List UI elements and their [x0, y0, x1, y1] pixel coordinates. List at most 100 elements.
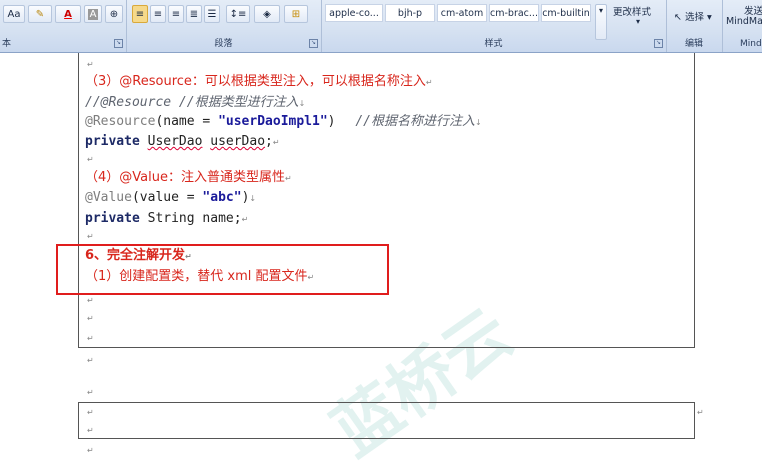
- paragraph-mark: ↵: [87, 296, 94, 305]
- paragraph-mark: ↵: [697, 408, 704, 417]
- select-label: 选择: [685, 12, 705, 23]
- borders-button[interactable]: ⊞: [284, 5, 308, 23]
- value-heading-num: （4）: [85, 170, 120, 185]
- resource-trailing-comment: //根据名称进行注入: [355, 114, 475, 129]
- editing-group: ↖ 选择 ▾ 编辑: [666, 0, 723, 52]
- resource-heading-num: （3）: [85, 74, 120, 89]
- font-dialog-launcher[interactable]: ↘: [114, 39, 123, 48]
- value-annotation-line[interactable]: @Value(value = "abc")↓: [85, 189, 256, 208]
- style-tile[interactable]: bjh-p: [385, 4, 435, 22]
- borders-icon: ⊞: [291, 9, 301, 20]
- resource-close: ): [327, 114, 336, 129]
- private-userdao-line[interactable]: private UserDao userDao;↵: [85, 133, 280, 152]
- distributed-button[interactable]: ☰: [204, 5, 220, 23]
- field-name: name: [202, 211, 234, 226]
- highlighter-icon: ✎: [35, 9, 45, 20]
- char-shading-icon: A: [87, 9, 99, 20]
- value-annotation: @Value: [85, 190, 132, 205]
- value-heading[interactable]: （4）@Value：注入普通类型属性↵: [85, 169, 292, 188]
- enclose-char-button[interactable]: ⊕: [105, 5, 123, 23]
- styles-dialog-launcher[interactable]: ↘: [654, 39, 663, 48]
- type-string: String: [147, 211, 195, 226]
- resource-comment-line[interactable]: //@Resource //根据类型进行注入↓: [85, 94, 305, 113]
- style-tile[interactable]: cm-builtin: [541, 4, 591, 22]
- paragraph-mark: ↵: [241, 215, 249, 224]
- paragraph-mark: ↵: [87, 408, 94, 417]
- justify-icon: ≣: [189, 9, 199, 20]
- value-heading-text: @Value：注入普通类型属性: [119, 170, 285, 185]
- align-left-button[interactable]: ≡: [132, 5, 148, 23]
- mindmap-group-label: Mind: [740, 39, 762, 49]
- paragraph-mark: ↵: [307, 273, 315, 282]
- paragraph-mark: ↵: [87, 356, 94, 365]
- section6-title-text: 6、完全注解开发: [85, 248, 186, 263]
- send-button[interactable]: 发送: [744, 3, 762, 17]
- line-break-mark: ↓: [474, 118, 482, 127]
- editing-group-label: 编辑: [684, 39, 703, 49]
- highlight-color-button[interactable]: ✎: [28, 5, 52, 23]
- semicolon: ;: [233, 211, 242, 226]
- align-left-icon: ≡: [135, 9, 145, 20]
- private-keyword: private: [85, 134, 140, 149]
- paragraph-mark: ↵: [185, 252, 192, 261]
- align-center-button[interactable]: ≡: [150, 5, 166, 23]
- line-spacing-icon: ↕≡: [229, 9, 247, 20]
- paragraph-mark: ↵: [284, 174, 292, 183]
- paragraph-mark: ↵: [272, 138, 280, 147]
- paragraph-mark: ↵: [87, 426, 94, 435]
- field-userdao: userDao: [210, 134, 266, 149]
- paragraph-dialog-launcher[interactable]: ↘: [309, 39, 318, 48]
- font-size-button[interactable]: Aa: [3, 5, 25, 23]
- resource-string: "userDaoImpl1": [218, 114, 328, 129]
- style-tile[interactable]: cm-brac...: [489, 4, 539, 22]
- resource-heading[interactable]: （3）@Resource：可以根据类型注入，可以根据名称注入↵: [85, 73, 433, 92]
- private-string-line[interactable]: private String name;↵: [85, 210, 248, 229]
- select-button[interactable]: ↖ 选择 ▾: [674, 9, 712, 23]
- scroll-down-icon: ▾: [598, 6, 603, 15]
- distributed-icon: ☰: [207, 9, 217, 20]
- align-right-button[interactable]: ≡: [168, 5, 184, 23]
- resource-heading-text: @Resource：可以根据类型注入，可以根据名称注入: [119, 74, 426, 89]
- paragraph-mark: ↵: [87, 232, 94, 241]
- mindmap-group: 发送 MindMa Mind: [722, 0, 762, 52]
- font-group-label: 本: [2, 39, 12, 49]
- styles-group-label: 样式: [484, 39, 503, 49]
- char-shading-button[interactable]: A: [84, 5, 102, 23]
- type-userdao: UserDao: [147, 134, 203, 149]
- paragraph-group: ≡ ≡ ≡ ≣ ☰ ↕≡ ◈ ⊞ 段落 ↘: [126, 0, 322, 52]
- section6-subtitle[interactable]: （1）创建配置类，替代 xml 配置文件↵: [85, 268, 314, 287]
- style-tile[interactable]: apple-co...: [325, 4, 383, 22]
- justify-button[interactable]: ≣: [186, 5, 202, 23]
- text-frame-bottom: [78, 402, 695, 439]
- chevron-down-icon: ▾: [636, 17, 641, 26]
- paragraph-mark: ↵: [87, 334, 94, 343]
- shading-button[interactable]: ◈: [254, 5, 280, 23]
- resource-comment-text: //@Resource //根据类型进行注入: [85, 95, 299, 110]
- paragraph-group-label: 段落: [214, 39, 233, 49]
- paragraph-mark: ↵: [425, 78, 433, 87]
- private-keyword: private: [85, 211, 140, 226]
- change-styles-button[interactable]: 更改样式: [613, 4, 651, 18]
- resource-annotation: @Resource: [85, 114, 156, 129]
- resource-annotation-line[interactable]: @Resource(name = "userDaoImpl1") //根据名称进…: [85, 113, 482, 132]
- value-param: (value =: [131, 190, 203, 205]
- font-color-icon: A: [64, 9, 72, 20]
- value-string: "abc": [202, 190, 242, 205]
- paragraph-mark: ↵: [87, 314, 94, 323]
- mindmap-button[interactable]: MindMa: [726, 16, 762, 27]
- cursor-icon: ↖: [674, 12, 682, 23]
- section6-title[interactable]: 6、完全注解开发↵: [85, 247, 192, 266]
- style-tile[interactable]: cm-atom: [437, 4, 487, 22]
- styles-group: apple-co... bjh-p cm-atom cm-brac... cm-…: [321, 0, 667, 52]
- font-group: Aa ✎ A A ⊕ 本 ↘: [0, 0, 127, 52]
- resource-param: (name =: [155, 114, 219, 129]
- line-spacing-button[interactable]: ↕≡: [226, 5, 250, 23]
- paragraph-mark: ↵: [87, 446, 94, 455]
- font-color-button[interactable]: A: [55, 5, 81, 23]
- paragraph-mark: ↵: [87, 60, 94, 69]
- align-center-icon: ≡: [153, 9, 163, 20]
- ribbon: Aa ✎ A A ⊕ 本 ↘ ≡ ≡ ≡ ≣ ☰ ↕≡ ◈ ⊞ 段落 ↘ app…: [0, 0, 762, 53]
- enclose-char-icon: ⊕: [109, 9, 119, 20]
- styles-scroll-button[interactable]: ▾: [595, 4, 607, 40]
- line-break-mark: ↓: [249, 194, 257, 203]
